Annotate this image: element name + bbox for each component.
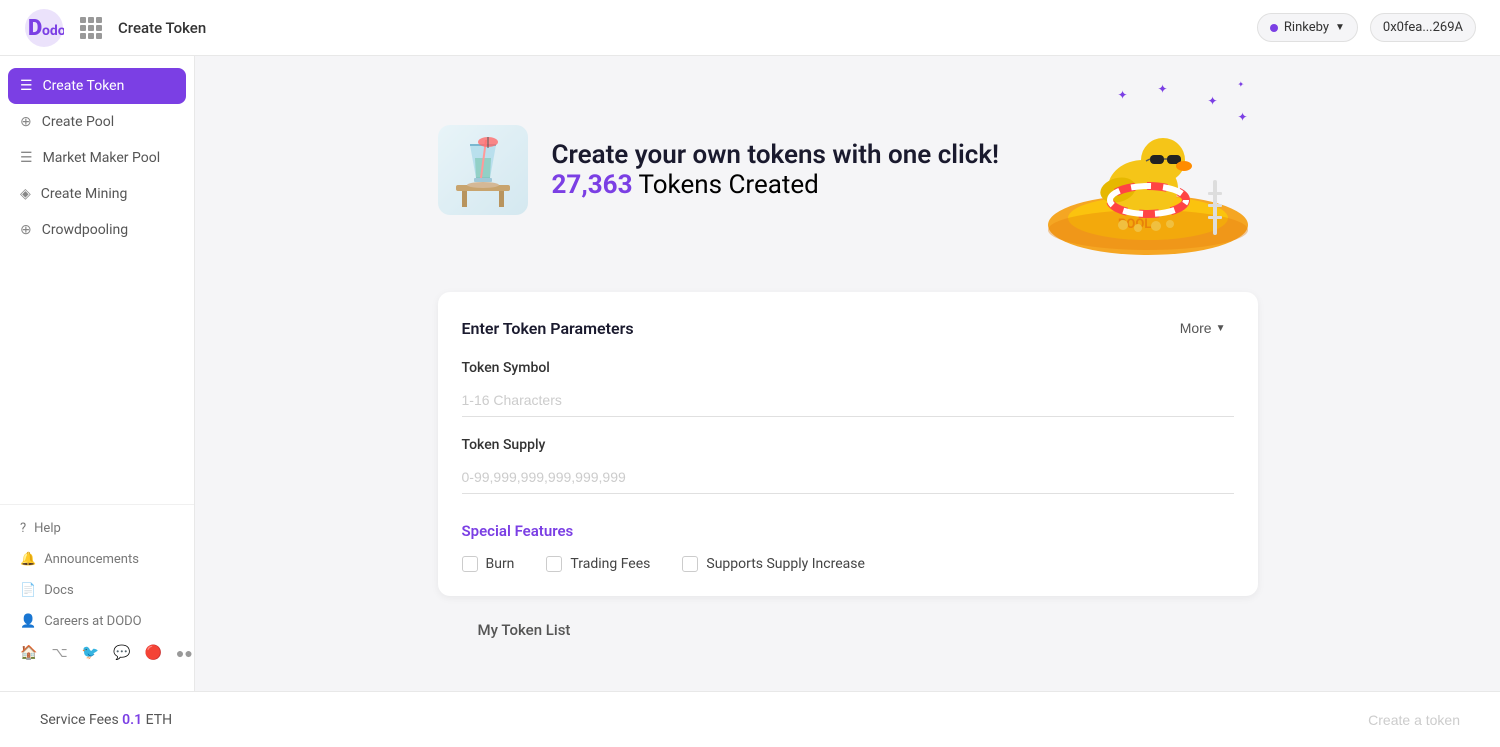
- create-token-button[interactable]: Create a token: [1368, 712, 1460, 728]
- grid-menu-icon[interactable]: [80, 17, 102, 39]
- sidebar-item-help[interactable]: ? Help: [0, 513, 194, 544]
- sparkle-3: ✦: [1208, 94, 1218, 108]
- sparkle-2: ✦: [1158, 82, 1168, 96]
- twitter-icon[interactable]: 🐦: [82, 645, 99, 663]
- header-title: Create Token: [118, 19, 206, 37]
- more-button[interactable]: More ▼: [1172, 316, 1234, 340]
- token-symbol-label: Token Symbol: [462, 360, 1234, 376]
- service-fees: Service Fees 0.1 ETH: [40, 712, 172, 728]
- form-header: Enter Token Parameters More ▼: [462, 316, 1234, 340]
- social-links: 🏠 ⌥ 🐦 💬 🔴 ●●: [0, 637, 194, 671]
- token-form: Enter Token Parameters More ▼ Token Symb…: [438, 292, 1258, 596]
- create-pool-icon: ⊕: [20, 114, 32, 130]
- eth-icon: [1270, 24, 1278, 32]
- network-selector[interactable]: Rinkeby ▼: [1257, 13, 1358, 42]
- help-icon: ?: [20, 521, 26, 536]
- main-content: Create your own tokens with one click! 2…: [195, 56, 1500, 691]
- form-title: Enter Token Parameters: [462, 319, 634, 338]
- service-fees-label: Service Fees: [40, 712, 119, 728]
- sidebar-item-crowdpooling[interactable]: ⊕ Crowdpooling: [0, 212, 194, 248]
- token-list-title: My Token List: [478, 621, 571, 639]
- fee-currency: ETH: [146, 712, 172, 728]
- footer-bar: Service Fees 0.1 ETH Create a token: [0, 691, 1500, 747]
- bell-icon: 🔔: [20, 552, 36, 567]
- sidebar-item-market-maker-pool[interactable]: ☰ Market Maker Pool: [0, 140, 194, 176]
- token-count-display: 27,363 Tokens Created: [552, 170, 1000, 200]
- main-inner: Create your own tokens with one click! 2…: [398, 56, 1298, 663]
- hero-left: Create your own tokens with one click! 2…: [438, 125, 1000, 215]
- layout: ☰ Create Token ⊕ Create Pool ☰ Market Ma…: [0, 56, 1500, 691]
- reddit-icon[interactable]: 🔴: [144, 645, 161, 663]
- crowdpooling-icon: ⊕: [20, 222, 32, 238]
- header: D odo Create Token Rinkeby ▼ 0x0fea...26…: [0, 0, 1500, 56]
- chevron-down-icon: ▼: [1216, 323, 1226, 334]
- token-supply-label: Token Supply: [462, 437, 1234, 453]
- fee-amount: 0.1: [122, 712, 142, 728]
- special-features-section: Special Features Burn Trading Fees Su: [462, 522, 1234, 572]
- trading-fees-checkbox[interactable]: [546, 556, 562, 572]
- pool-illustration: ✦ ✦ ✦ ✦ ✦ POOL: [1038, 80, 1258, 260]
- token-count-number: 27,363: [552, 170, 633, 200]
- sidebar: ☰ Create Token ⊕ Create Pool ☰ Market Ma…: [0, 56, 195, 691]
- supply-increase-checkbox-item: Supports Supply Increase: [682, 556, 865, 572]
- create-token-icon: ☰: [20, 78, 33, 94]
- hero-text: Create your own tokens with one click! 2…: [552, 140, 1000, 200]
- more-social-icon[interactable]: ●●: [176, 645, 193, 663]
- sidebar-item-careers[interactable]: 👤 Careers at DODO: [0, 606, 194, 637]
- token-supply-input[interactable]: [462, 461, 1234, 494]
- sparkle-1: ✦: [1118, 88, 1128, 102]
- sidebar-item-announcements[interactable]: 🔔 Announcements: [0, 544, 194, 575]
- hero-section: Create your own tokens with one click! 2…: [438, 80, 1258, 260]
- sidebar-item-create-token[interactable]: ☰ Create Token: [8, 68, 186, 104]
- supply-increase-label: Supports Supply Increase: [706, 556, 865, 572]
- network-label: Rinkeby: [1284, 20, 1329, 35]
- market-maker-icon: ☰: [20, 150, 33, 166]
- token-symbol-input[interactable]: [462, 384, 1234, 417]
- sidebar-bottom: ? Help 🔔 Announcements 📄 Docs 👤 Careers …: [0, 504, 194, 679]
- header-left: D odo Create Token: [24, 8, 206, 48]
- more-button-label: More: [1180, 320, 1212, 336]
- burn-checkbox-item: Burn: [462, 556, 515, 572]
- person-icon: 👤: [20, 614, 36, 629]
- hero-headline: Create your own tokens with one click!: [552, 140, 1000, 170]
- github-icon[interactable]: ⌥: [51, 645, 67, 663]
- dodo-logo-icon: D odo: [24, 8, 64, 48]
- discord-icon[interactable]: 💬: [113, 645, 130, 663]
- wallet-address[interactable]: 0x0fea...269A: [1370, 13, 1476, 42]
- svg-text:D: D: [28, 16, 42, 41]
- tokens-created-label: Tokens Created: [638, 170, 818, 200]
- sparkle-4: ✦: [1238, 110, 1248, 124]
- special-features-title: Special Features: [462, 522, 1234, 540]
- burn-label: Burn: [486, 556, 515, 572]
- token-supply-field-wrapper: [462, 461, 1234, 514]
- header-right: Rinkeby ▼ 0x0fea...269A: [1257, 13, 1476, 42]
- home-icon[interactable]: 🏠: [20, 645, 37, 663]
- token-list-section: My Token List: [438, 596, 1258, 639]
- chevron-down-icon: ▼: [1335, 22, 1345, 33]
- sidebar-item-create-pool[interactable]: ⊕ Create Pool: [0, 104, 194, 140]
- docs-icon: 📄: [20, 583, 36, 598]
- sidebar-spacer: [0, 248, 194, 496]
- sidebar-item-docs[interactable]: 📄 Docs: [0, 575, 194, 606]
- trading-fees-label: Trading Fees: [570, 556, 650, 572]
- checkbox-row: Burn Trading Fees Supports Supply Increa…: [462, 556, 1234, 572]
- sidebar-item-create-mining[interactable]: ◈ Create Mining: [0, 176, 194, 212]
- token-symbol-field-wrapper: [462, 384, 1234, 437]
- pool-svg: POOL: [1038, 80, 1258, 260]
- create-mining-icon: ◈: [20, 186, 31, 202]
- hero-mascot: [438, 125, 528, 215]
- supply-increase-checkbox[interactable]: [682, 556, 698, 572]
- svg-text:odo: odo: [42, 23, 64, 39]
- logo: D odo: [24, 8, 64, 48]
- sparkle-5: ✦: [1238, 80, 1245, 89]
- trading-fees-checkbox-item: Trading Fees: [546, 556, 650, 572]
- burn-checkbox[interactable]: [462, 556, 478, 572]
